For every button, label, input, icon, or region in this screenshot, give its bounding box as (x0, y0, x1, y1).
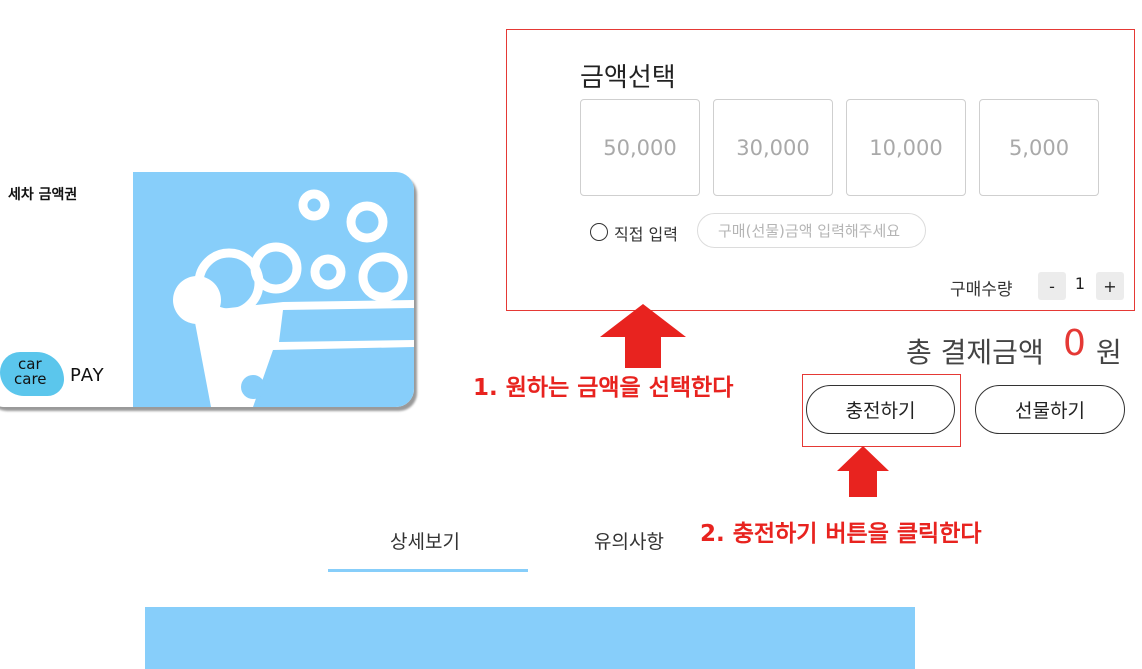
up-arrow-icon (600, 304, 686, 368)
amount-select-title: 금액선택 (580, 63, 676, 93)
step2-annotation: 2. 충전하기 버튼을 클릭한다 (700, 521, 982, 547)
step1-annotation: 1. 원하는 금액을 선택한다 (473, 375, 734, 401)
quantity-value: 1 (1074, 274, 1086, 293)
direct-amount-input[interactable] (697, 213, 926, 248)
amount-option-50000[interactable]: 50,000 (580, 99, 700, 196)
card-title: 세차 금액권 (8, 187, 78, 203)
carcare-pay-logo: car care PAY (0, 352, 110, 396)
tab-notice[interactable]: 유의사항 (594, 527, 664, 554)
gift-card-image: 세차 금액권 car care PAY (0, 172, 414, 407)
quantity-label: 구매수량 (950, 280, 1013, 300)
quantity-plus-button[interactable]: + (1096, 272, 1124, 300)
up-arrow-icon (837, 446, 889, 497)
amount-option-30000[interactable]: 30,000 (713, 99, 833, 196)
tab-detail[interactable]: 상세보기 (390, 527, 460, 554)
quantity-minus-button[interactable]: - (1038, 272, 1066, 300)
bubbles-illustration (133, 172, 414, 407)
total-amount-unit: 원 (1096, 336, 1122, 369)
detail-banner-image (145, 607, 915, 669)
tab-active-indicator (328, 569, 528, 572)
total-amount-value: 0 (1063, 323, 1086, 364)
logo-care-text: care (14, 370, 47, 388)
amount-option-5000[interactable]: 5,000 (979, 99, 1099, 196)
amount-option-10000[interactable]: 10,000 (846, 99, 966, 196)
bubbles-icon (173, 189, 414, 407)
charge-button[interactable]: 충전하기 (806, 385, 955, 434)
direct-input-label: 직접 입력 (614, 225, 678, 244)
direct-input-radio[interactable] (590, 223, 608, 241)
total-amount-label: 총 결제금액 (906, 336, 1044, 369)
gift-button[interactable]: 선물하기 (975, 385, 1125, 434)
logo-pay-text: PAY (70, 365, 105, 386)
